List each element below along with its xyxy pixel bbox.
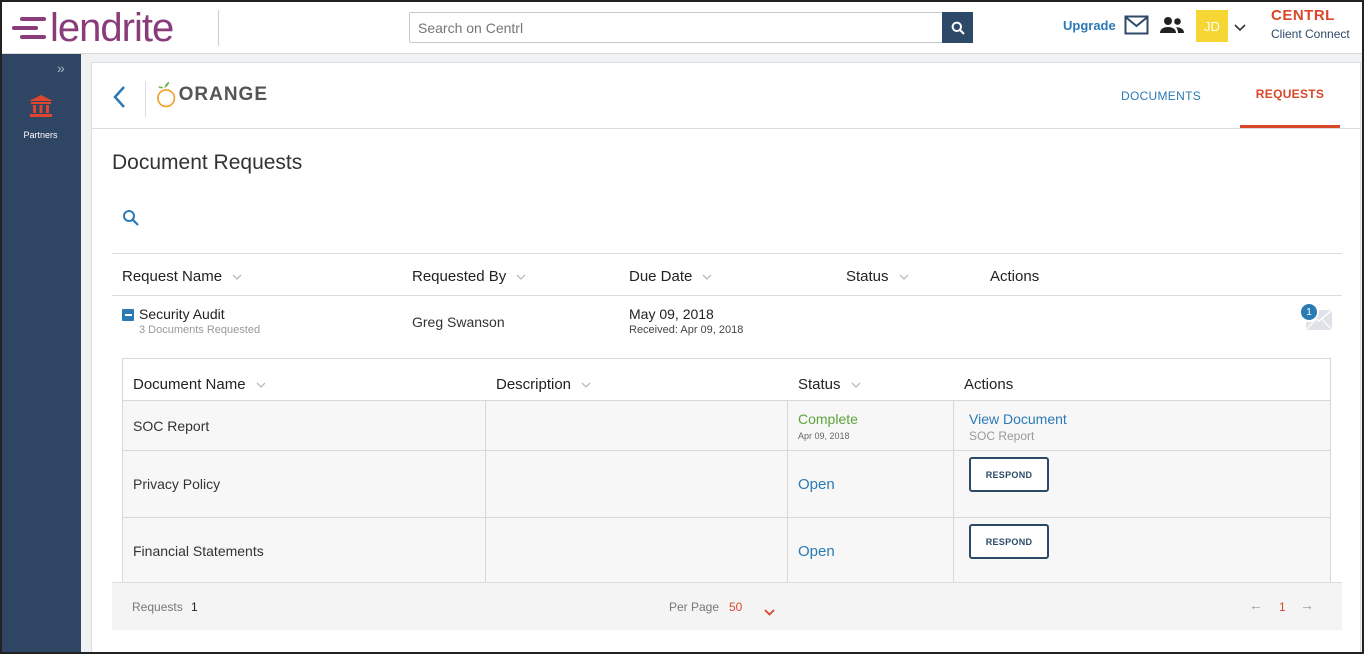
next-page-arrow-icon[interactable]: → (1300, 597, 1314, 613)
document-name: Privacy Policy (133, 476, 221, 492)
people-icon[interactable] (1159, 15, 1185, 40)
partner-panel: ORANGE DOCUMENTS REQUESTS Document Reque… (91, 62, 1361, 654)
column-header-request-name[interactable]: Request Name (122, 268, 242, 285)
per-page-select[interactable]: 50 (729, 600, 742, 614)
table-row: Security Audit 3 Documents Requested Gre… (112, 296, 1342, 351)
documents-table: Document Name Description Status Actions… (122, 358, 1331, 585)
brand-name: CENTRL (1271, 7, 1335, 24)
sort-chevron-icon (256, 382, 266, 388)
top-header: lendrite Upgrade JD CENTRL Client Connec… (0, 0, 1364, 54)
column-header-description[interactable]: Description (496, 376, 591, 393)
message-count-badge: 1 (1299, 302, 1319, 322)
header-divider (145, 81, 146, 117)
header-rule (92, 128, 1360, 129)
document-name: SOC Report (133, 418, 210, 434)
received-date: Received: Apr 09, 2018 (629, 324, 744, 336)
column-header-actions: Actions (990, 268, 1040, 285)
logo-text: lendrite (50, 6, 174, 50)
requests-count: 1 (191, 600, 198, 614)
sidebar-item-label: Partners (23, 130, 58, 140)
column-header-due-date[interactable]: Due Date (629, 268, 712, 285)
partner-logo-text: ORANGE (178, 84, 268, 105)
tab-requests[interactable]: REQUESTS (1240, 63, 1340, 128)
document-name: Financial Statements (133, 543, 264, 559)
table-row: Financial Statements Open RESPOND (123, 518, 1330, 584)
partner-logo: ORANGE (156, 71, 268, 119)
header-divider (218, 10, 219, 46)
brand-subtitle: Client Connect (1271, 27, 1350, 41)
request-name[interactable]: Security Audit (139, 306, 225, 322)
search-icon[interactable] (122, 209, 140, 232)
respond-button[interactable]: RESPOND (969, 457, 1049, 492)
tab-bar: DOCUMENTS REQUESTS (1110, 63, 1360, 128)
column-header-doc-actions: Actions (964, 376, 1014, 393)
main-content: ORANGE DOCUMENTS REQUESTS Document Reque… (81, 54, 1364, 654)
back-arrow-icon[interactable] (112, 85, 126, 114)
prev-page-arrow-icon[interactable]: ← (1249, 597, 1263, 613)
view-document-link[interactable]: View Document (969, 411, 1067, 427)
respond-button[interactable]: RESPOND (969, 524, 1049, 559)
collapse-toggle-icon[interactable] (122, 309, 134, 321)
sort-chevron-icon (851, 382, 860, 388)
pagination-footer: Requests 1 Per Page 50 ← 1 → (112, 582, 1342, 630)
global-search-button[interactable] (942, 12, 973, 43)
column-header-doc-status[interactable]: Status (798, 376, 861, 393)
requests-table-header: Request Name Requested By Due Date Statu… (112, 254, 1342, 296)
expand-sidebar-icon[interactable]: » (57, 60, 65, 76)
sort-chevron-icon (516, 274, 526, 280)
status-complete: Complete (798, 411, 858, 427)
tab-documents[interactable]: DOCUMENTS (1110, 63, 1212, 128)
current-page-number[interactable]: 1 (1279, 600, 1286, 614)
table-row: Privacy Policy Open RESPOND (123, 451, 1330, 518)
page-title: Document Requests (112, 151, 303, 174)
chevron-down-icon[interactable] (1234, 19, 1246, 37)
sort-chevron-icon (702, 274, 712, 280)
sort-chevron-icon (899, 274, 908, 280)
sort-chevron-icon (581, 382, 591, 388)
view-document-subtitle: SOC Report (969, 429, 1035, 443)
status-open: Open (798, 476, 835, 493)
requested-by: Greg Swanson (412, 314, 505, 330)
table-row: SOC Report Complete Apr 09, 2018 View Do… (123, 401, 1330, 451)
status-open: Open (798, 543, 835, 560)
logo-mark-icon (12, 13, 48, 43)
user-avatar[interactable]: JD (1196, 10, 1228, 42)
column-header-document-name[interactable]: Document Name (133, 376, 266, 393)
status-date: Apr 09, 2018 (798, 431, 850, 441)
chevron-down-icon[interactable] (764, 603, 775, 621)
global-search-input[interactable] (410, 13, 942, 42)
search-icon (951, 21, 965, 35)
request-subtitle: 3 Documents Requested (139, 324, 261, 336)
per-page-label: Per Page (669, 600, 720, 614)
column-header-status[interactable]: Status (846, 268, 909, 285)
centrl-brand: CENTRL Client Connect (1271, 7, 1350, 41)
global-search (409, 12, 973, 43)
requests-count-label: Requests (132, 600, 183, 614)
due-date: May 09, 2018 (629, 306, 714, 322)
mail-icon[interactable] (1124, 15, 1149, 40)
requests-table: Request Name Requested By Due Date Statu… (112, 253, 1342, 351)
bank-icon (28, 94, 54, 123)
documents-table-header: Document Name Description Status Actions (123, 359, 1330, 401)
column-header-requested-by[interactable]: Requested By (412, 268, 526, 285)
app-logo[interactable]: lendrite (12, 6, 174, 50)
sidebar: » Partners (0, 54, 81, 654)
orange-fruit-icon (157, 81, 176, 108)
upgrade-link[interactable]: Upgrade (1063, 18, 1116, 33)
sort-chevron-icon (232, 274, 242, 280)
